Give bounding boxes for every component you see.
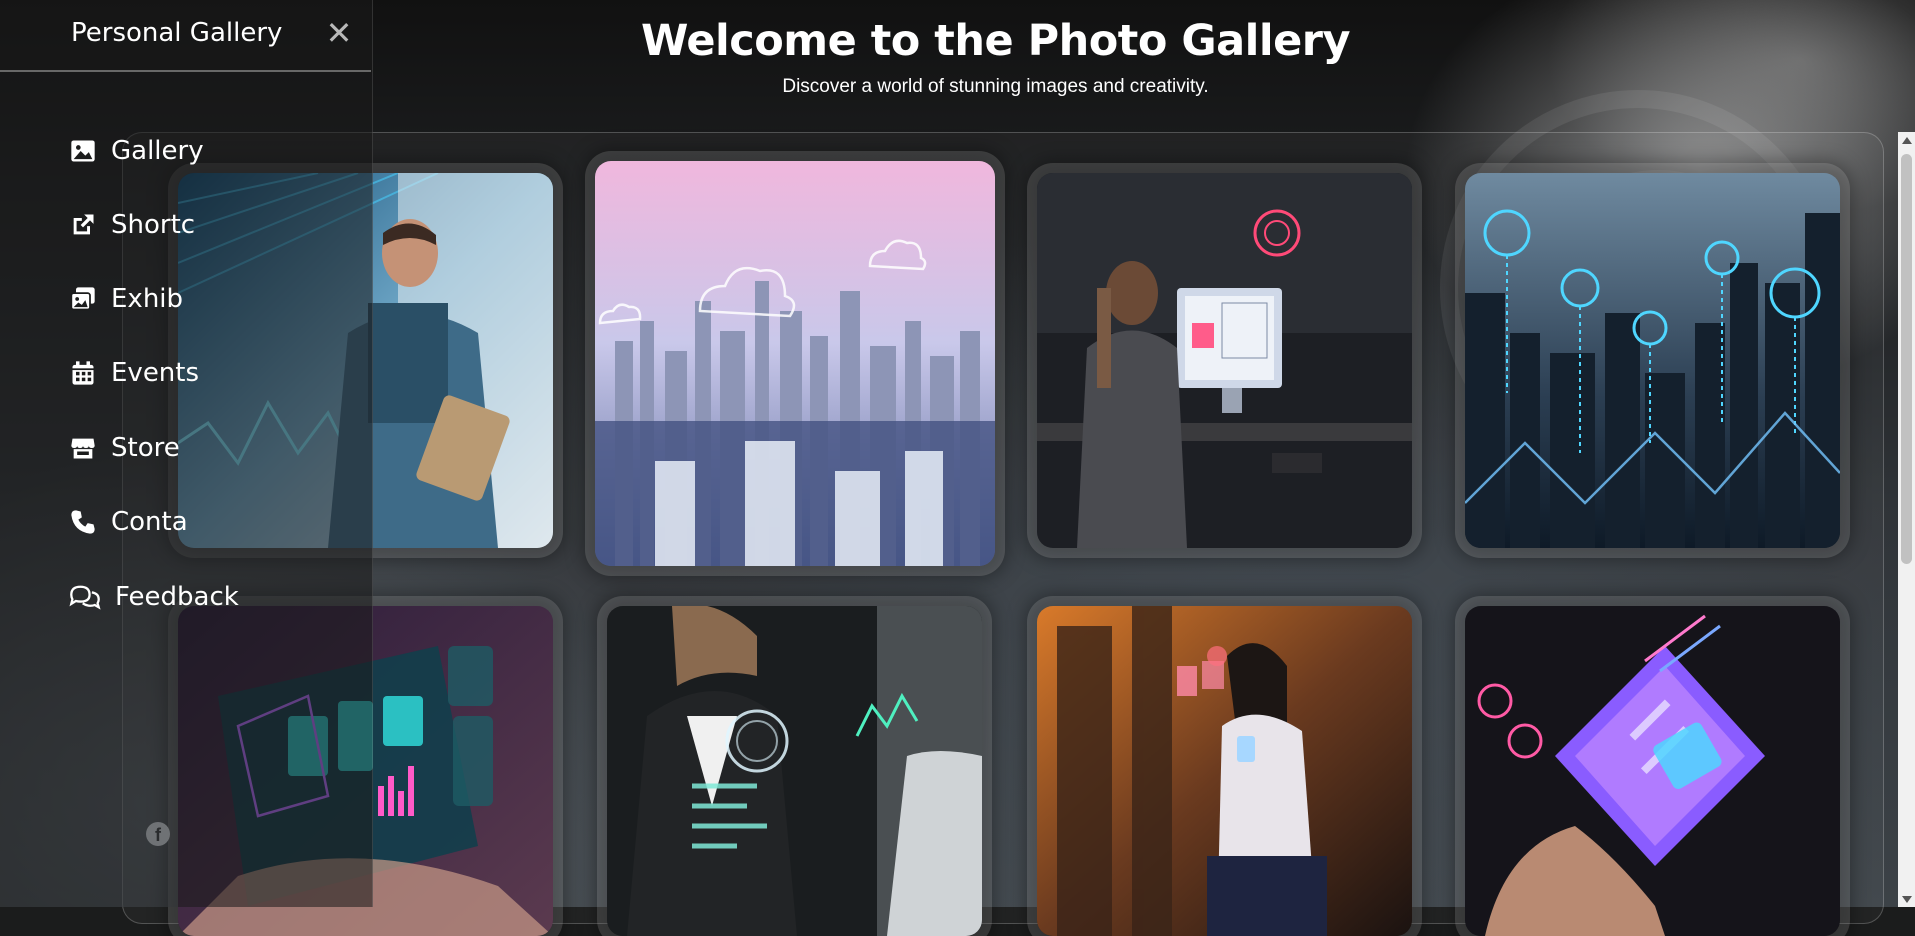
woman-at-computer-dashboard-image <box>1037 173 1412 548</box>
sidebar-item-label: Conta <box>111 507 188 537</box>
image-icon <box>71 140 95 162</box>
sidebar-item-gallery[interactable]: Gallery <box>69 133 204 169</box>
gallery-image[interactable] <box>607 606 982 936</box>
phone-icon <box>71 510 95 534</box>
sidebar-item-label: Gallery <box>111 136 204 166</box>
sidebar-item-label: Shortc <box>111 210 196 240</box>
city-connected-icons-image <box>1465 173 1840 548</box>
gallery-image[interactable] <box>1037 173 1412 548</box>
scroll-down-arrow-icon[interactable] <box>1902 896 1912 903</box>
calendar-icon <box>72 361 94 385</box>
store-icon <box>71 438 95 459</box>
city-cloud-network-image <box>595 161 995 566</box>
sidebar-item-contact[interactable]: Conta <box>69 504 188 540</box>
sidebar-title: Personal Gallery <box>71 18 283 48</box>
sidebar-item-exhibitions[interactable]: Exhib <box>69 281 183 317</box>
gallery-image[interactable] <box>595 161 995 566</box>
gallery-image[interactable] <box>1037 606 1412 936</box>
photos-icon <box>70 287 95 311</box>
woman-phone-night-street-image <box>1037 606 1412 936</box>
scroll-up-arrow-icon[interactable] <box>1902 137 1912 144</box>
external-link-icon <box>73 214 94 235</box>
businesswoman-data-hologram-image <box>607 606 982 936</box>
hand-phone-purple-ui-image <box>1465 606 1840 936</box>
facebook-icon[interactable]: f <box>146 822 170 846</box>
sidebar: Personal Gallery ✕ Gallery Shortc Exhib <box>0 0 373 907</box>
sidebar-item-shortcuts[interactable]: Shortc <box>69 207 195 243</box>
sidebar-item-label: Store <box>111 433 180 463</box>
close-icon[interactable]: ✕ <box>324 17 354 49</box>
sidebar-item-feedback[interactable]: Feedback <box>69 579 239 615</box>
sidebar-item-events[interactable]: Events <box>69 355 199 391</box>
sidebar-item-label: Feedback <box>115 582 239 612</box>
gallery-image[interactable] <box>1465 173 1840 548</box>
sidebar-item-label: Exhib <box>111 284 184 314</box>
gallery-image[interactable] <box>1465 606 1840 936</box>
comments-icon <box>69 585 101 610</box>
sidebar-header: Personal Gallery ✕ <box>0 0 371 72</box>
scrollbar[interactable] <box>1898 132 1915 907</box>
sidebar-item-label: Events <box>111 358 200 388</box>
scrollbar-thumb[interactable] <box>1901 154 1912 564</box>
sidebar-item-store[interactable]: Store <box>69 430 180 466</box>
